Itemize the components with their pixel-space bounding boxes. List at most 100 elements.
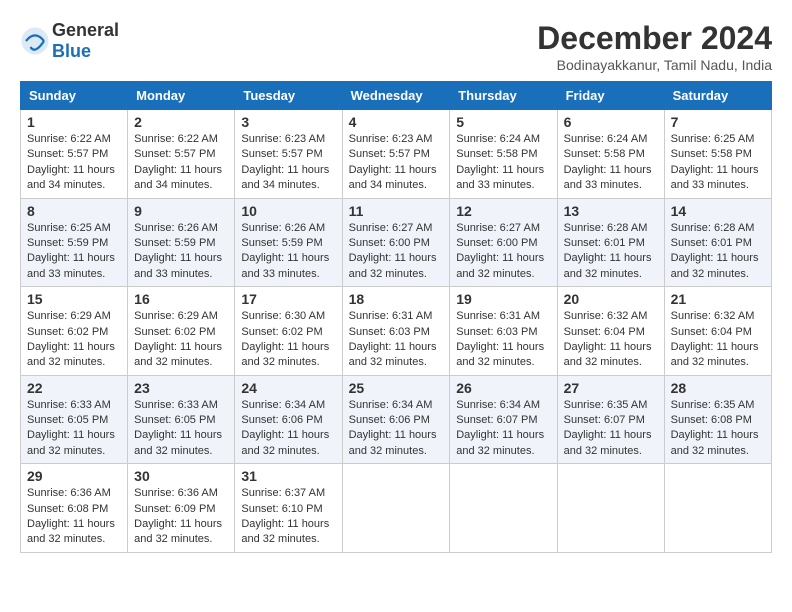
day-info: Sunrise: 6:22 AM Sunset: 5:57 PM Dayligh… xyxy=(27,132,121,194)
day-info: Sunrise: 6:36 AM Sunset: 6:08 PM Dayligh… xyxy=(27,486,121,548)
calendar-cell: 21 Sunrise: 6:32 AM Sunset: 6:04 PM Dayl… xyxy=(664,287,771,376)
calendar-cell xyxy=(342,464,450,553)
day-info: Sunrise: 6:32 AM Sunset: 6:04 PM Dayligh… xyxy=(671,309,765,371)
day-info: Sunrise: 6:32 AM Sunset: 6:04 PM Dayligh… xyxy=(564,309,658,371)
day-number: 14 xyxy=(671,203,765,219)
location-text: Bodinayakkanur, Tamil Nadu, India xyxy=(537,57,772,73)
calendar-cell: 19 Sunrise: 6:31 AM Sunset: 6:03 PM Dayl… xyxy=(450,287,557,376)
day-info: Sunrise: 6:34 AM Sunset: 6:07 PM Dayligh… xyxy=(456,398,550,460)
day-number: 8 xyxy=(27,203,121,219)
calendar-cell: 2 Sunrise: 6:22 AM Sunset: 5:57 PM Dayli… xyxy=(128,110,235,199)
calendar-cell: 12 Sunrise: 6:27 AM Sunset: 6:00 PM Dayl… xyxy=(450,198,557,287)
calendar-cell: 16 Sunrise: 6:29 AM Sunset: 6:02 PM Dayl… xyxy=(128,287,235,376)
calendar-cell: 22 Sunrise: 6:33 AM Sunset: 6:05 PM Dayl… xyxy=(21,375,128,464)
day-info: Sunrise: 6:28 AM Sunset: 6:01 PM Dayligh… xyxy=(564,221,658,283)
day-info: Sunrise: 6:22 AM Sunset: 5:57 PM Dayligh… xyxy=(134,132,228,194)
calendar-cell: 3 Sunrise: 6:23 AM Sunset: 5:57 PM Dayli… xyxy=(235,110,342,199)
day-number: 20 xyxy=(564,291,658,307)
title-section: December 2024 Bodinayakkanur, Tamil Nadu… xyxy=(537,20,772,73)
logo: General Blue xyxy=(20,20,119,62)
calendar-cell: 8 Sunrise: 6:25 AM Sunset: 5:59 PM Dayli… xyxy=(21,198,128,287)
day-info: Sunrise: 6:25 AM Sunset: 5:58 PM Dayligh… xyxy=(671,132,765,194)
day-info: Sunrise: 6:25 AM Sunset: 5:59 PM Dayligh… xyxy=(27,221,121,283)
day-info: Sunrise: 6:28 AM Sunset: 6:01 PM Dayligh… xyxy=(671,221,765,283)
day-number: 13 xyxy=(564,203,658,219)
day-info: Sunrise: 6:31 AM Sunset: 6:03 PM Dayligh… xyxy=(456,309,550,371)
day-info: Sunrise: 6:27 AM Sunset: 6:00 PM Dayligh… xyxy=(349,221,444,283)
col-tuesday: Tuesday xyxy=(235,82,342,110)
calendar-cell: 26 Sunrise: 6:34 AM Sunset: 6:07 PM Dayl… xyxy=(450,375,557,464)
calendar-cell: 6 Sunrise: 6:24 AM Sunset: 5:58 PM Dayli… xyxy=(557,110,664,199)
day-info: Sunrise: 6:26 AM Sunset: 5:59 PM Dayligh… xyxy=(134,221,228,283)
calendar-week-row: 22 Sunrise: 6:33 AM Sunset: 6:05 PM Dayl… xyxy=(21,375,772,464)
day-number: 19 xyxy=(456,291,550,307)
calendar-cell: 17 Sunrise: 6:30 AM Sunset: 6:02 PM Dayl… xyxy=(235,287,342,376)
calendar-cell: 4 Sunrise: 6:23 AM Sunset: 5:57 PM Dayli… xyxy=(342,110,450,199)
day-info: Sunrise: 6:33 AM Sunset: 6:05 PM Dayligh… xyxy=(27,398,121,460)
calendar-cell: 30 Sunrise: 6:36 AM Sunset: 6:09 PM Dayl… xyxy=(128,464,235,553)
calendar-cell: 13 Sunrise: 6:28 AM Sunset: 6:01 PM Dayl… xyxy=(557,198,664,287)
day-number: 11 xyxy=(349,203,444,219)
logo-icon xyxy=(20,26,50,56)
day-number: 23 xyxy=(134,380,228,396)
calendar-header-row: Sunday Monday Tuesday Wednesday Thursday… xyxy=(21,82,772,110)
day-info: Sunrise: 6:35 AM Sunset: 6:08 PM Dayligh… xyxy=(671,398,765,460)
day-info: Sunrise: 6:26 AM Sunset: 5:59 PM Dayligh… xyxy=(241,221,335,283)
day-number: 28 xyxy=(671,380,765,396)
calendar-cell: 7 Sunrise: 6:25 AM Sunset: 5:58 PM Dayli… xyxy=(664,110,771,199)
col-saturday: Saturday xyxy=(664,82,771,110)
calendar-cell: 5 Sunrise: 6:24 AM Sunset: 5:58 PM Dayli… xyxy=(450,110,557,199)
day-info: Sunrise: 6:37 AM Sunset: 6:10 PM Dayligh… xyxy=(241,486,335,548)
calendar-cell: 14 Sunrise: 6:28 AM Sunset: 6:01 PM Dayl… xyxy=(664,198,771,287)
day-number: 24 xyxy=(241,380,335,396)
day-info: Sunrise: 6:31 AM Sunset: 6:03 PM Dayligh… xyxy=(349,309,444,371)
day-number: 30 xyxy=(134,468,228,484)
calendar-cell: 9 Sunrise: 6:26 AM Sunset: 5:59 PM Dayli… xyxy=(128,198,235,287)
calendar-cell: 23 Sunrise: 6:33 AM Sunset: 6:05 PM Dayl… xyxy=(128,375,235,464)
col-wednesday: Wednesday xyxy=(342,82,450,110)
calendar-table: Sunday Monday Tuesday Wednesday Thursday… xyxy=(20,81,772,553)
page-header: General Blue December 2024 Bodinayakkanu… xyxy=(20,20,772,73)
day-number: 26 xyxy=(456,380,550,396)
calendar-week-row: 15 Sunrise: 6:29 AM Sunset: 6:02 PM Dayl… xyxy=(21,287,772,376)
calendar-cell xyxy=(450,464,557,553)
day-number: 9 xyxy=(134,203,228,219)
day-info: Sunrise: 6:30 AM Sunset: 6:02 PM Dayligh… xyxy=(241,309,335,371)
calendar-cell: 10 Sunrise: 6:26 AM Sunset: 5:59 PM Dayl… xyxy=(235,198,342,287)
day-number: 25 xyxy=(349,380,444,396)
calendar-cell: 28 Sunrise: 6:35 AM Sunset: 6:08 PM Dayl… xyxy=(664,375,771,464)
day-number: 3 xyxy=(241,114,335,130)
calendar-cell xyxy=(557,464,664,553)
col-friday: Friday xyxy=(557,82,664,110)
day-number: 27 xyxy=(564,380,658,396)
day-number: 5 xyxy=(456,114,550,130)
day-number: 21 xyxy=(671,291,765,307)
day-number: 6 xyxy=(564,114,658,130)
calendar-cell: 27 Sunrise: 6:35 AM Sunset: 6:07 PM Dayl… xyxy=(557,375,664,464)
day-number: 10 xyxy=(241,203,335,219)
calendar-cell xyxy=(664,464,771,553)
calendar-cell: 29 Sunrise: 6:36 AM Sunset: 6:08 PM Dayl… xyxy=(21,464,128,553)
calendar-cell: 18 Sunrise: 6:31 AM Sunset: 6:03 PM Dayl… xyxy=(342,287,450,376)
day-number: 12 xyxy=(456,203,550,219)
calendar-cell: 25 Sunrise: 6:34 AM Sunset: 6:06 PM Dayl… xyxy=(342,375,450,464)
calendar-week-row: 8 Sunrise: 6:25 AM Sunset: 5:59 PM Dayli… xyxy=(21,198,772,287)
month-title: December 2024 xyxy=(537,20,772,57)
day-number: 29 xyxy=(27,468,121,484)
day-number: 4 xyxy=(349,114,444,130)
calendar-week-row: 29 Sunrise: 6:36 AM Sunset: 6:08 PM Dayl… xyxy=(21,464,772,553)
day-info: Sunrise: 6:23 AM Sunset: 5:57 PM Dayligh… xyxy=(349,132,444,194)
logo-general-text: General xyxy=(52,20,119,40)
day-info: Sunrise: 6:36 AM Sunset: 6:09 PM Dayligh… xyxy=(134,486,228,548)
day-info: Sunrise: 6:24 AM Sunset: 5:58 PM Dayligh… xyxy=(564,132,658,194)
day-info: Sunrise: 6:35 AM Sunset: 6:07 PM Dayligh… xyxy=(564,398,658,460)
day-info: Sunrise: 6:29 AM Sunset: 6:02 PM Dayligh… xyxy=(134,309,228,371)
logo-blue-text: Blue xyxy=(52,41,91,61)
day-info: Sunrise: 6:24 AM Sunset: 5:58 PM Dayligh… xyxy=(456,132,550,194)
col-sunday: Sunday xyxy=(21,82,128,110)
calendar-cell: 11 Sunrise: 6:27 AM Sunset: 6:00 PM Dayl… xyxy=(342,198,450,287)
day-info: Sunrise: 6:27 AM Sunset: 6:00 PM Dayligh… xyxy=(456,221,550,283)
day-number: 17 xyxy=(241,291,335,307)
calendar-cell: 24 Sunrise: 6:34 AM Sunset: 6:06 PM Dayl… xyxy=(235,375,342,464)
day-number: 7 xyxy=(671,114,765,130)
